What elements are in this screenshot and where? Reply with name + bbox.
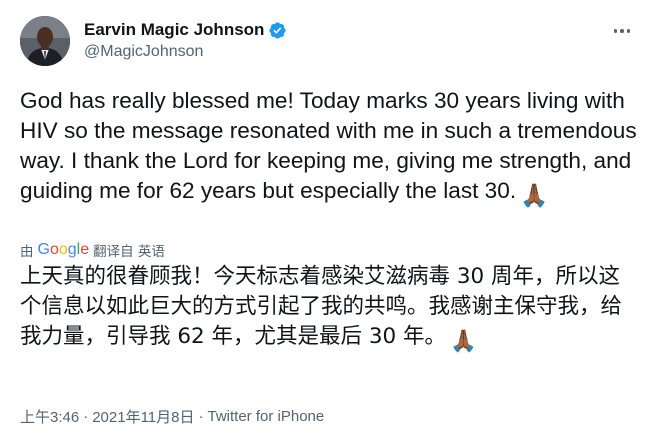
tweet-time[interactable]: 上午3:46 [20, 406, 79, 427]
translated-by-label: 由 [20, 244, 34, 260]
author-handle[interactable]: @MagicJohnson [84, 43, 203, 61]
tweet-source[interactable]: Twitter for iPhone [208, 408, 325, 425]
meta-separator-2: · [198, 408, 204, 425]
tweet-text: God has really blessed me! Today marks 3… [20, 86, 642, 211]
translated-body: 上天真的很眷顾我！今天标志着感染艾滋病毒 30 周年，所以这个信息以如此巨大的方… [20, 264, 623, 349]
translation-attribution: 由 Google 翻译自 英语 [20, 240, 165, 260]
translate-source-link[interactable]: 翻译自 英语 [93, 240, 165, 260]
avatar[interactable] [20, 16, 70, 66]
translated-text: 上天真的很眷顾我！今天标志着感染艾滋病毒 30 周年，所以这个信息以如此巨大的方… [20, 262, 640, 357]
author-display-name[interactable]: Earvin Magic Johnson [84, 20, 264, 40]
author-name-row[interactable]: Earvin Magic Johnson [84, 19, 287, 41]
verified-badge-icon [268, 21, 287, 40]
folded-hands-emoji: 🙏🏾 [520, 183, 549, 208]
tweet-date[interactable]: 2021年11月8日 [92, 406, 194, 427]
google-logo: Google [37, 241, 90, 258]
meta-separator: · [83, 408, 89, 425]
tweet-metadata: 上午3:46 · 2021年11月8日 · Twitter for iPhone [20, 406, 324, 427]
more-options-icon[interactable] [608, 22, 636, 40]
tweet-body: God has really blessed me! Today marks 3… [20, 88, 643, 203]
folded-hands-emoji-translated: 🙏🏾 [450, 329, 477, 354]
